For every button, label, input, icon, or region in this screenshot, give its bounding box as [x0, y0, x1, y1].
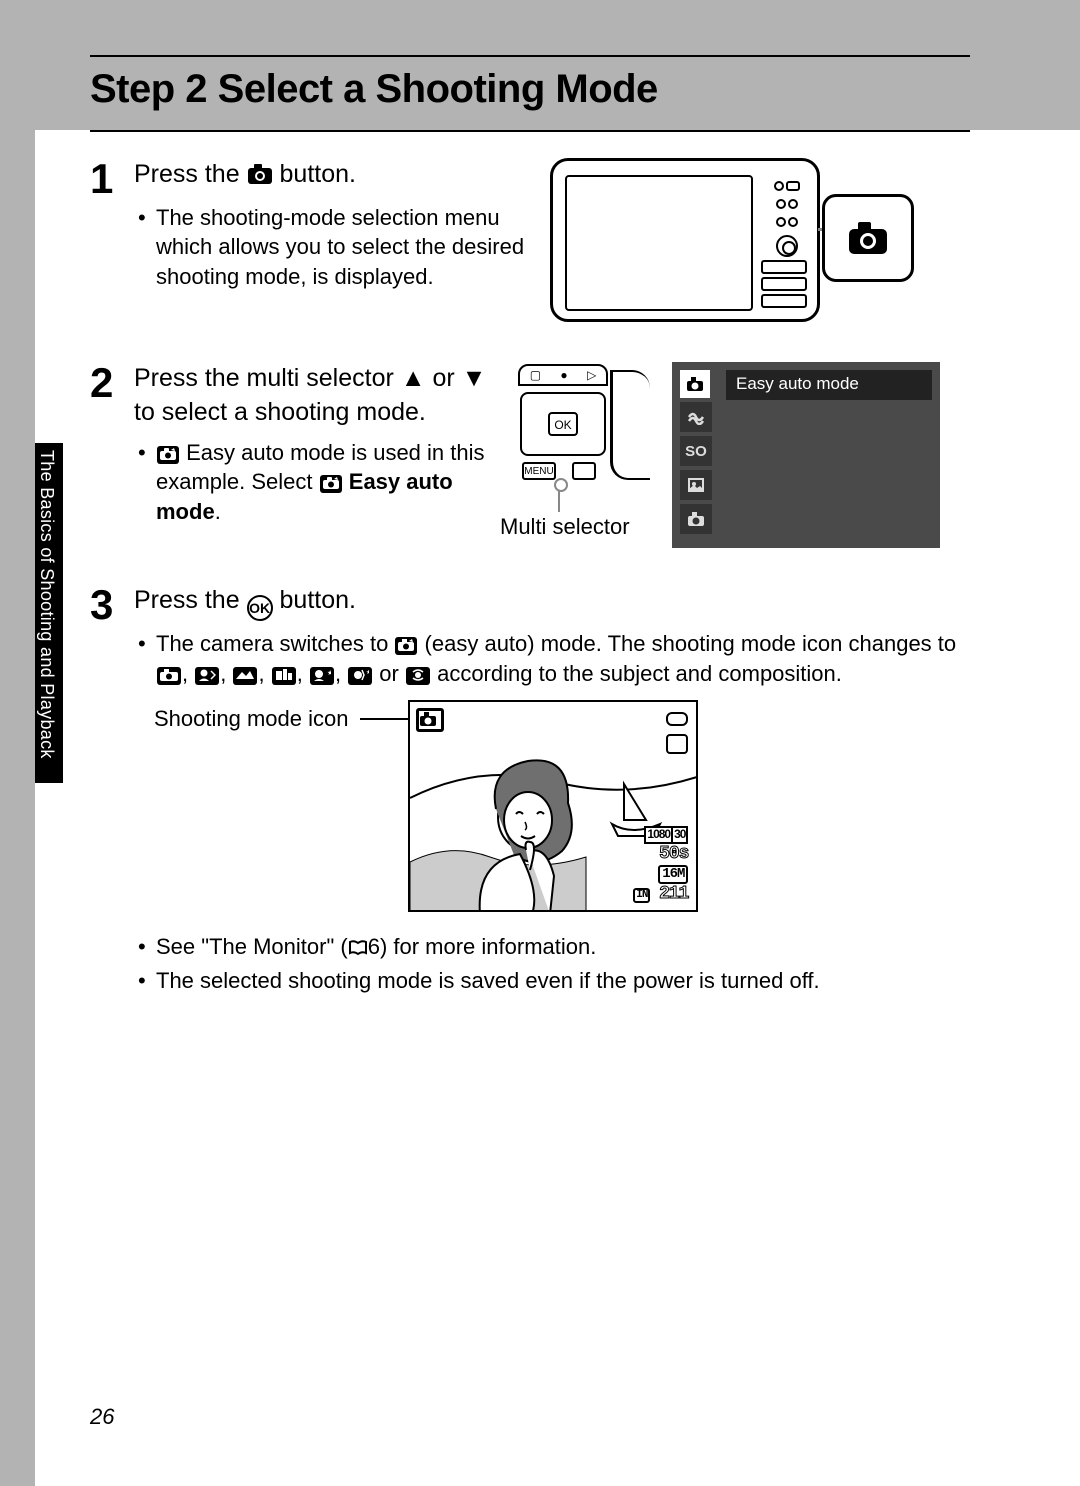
mode-menu-figure: SO Easy auto mode [672, 362, 940, 548]
text: . [215, 499, 221, 524]
side-margin [0, 0, 35, 1486]
step-3-bullet-1: The camera switches to (easy auto) mode.… [156, 629, 970, 688]
section-tab-label: The Basics of Shooting and Playback [36, 450, 57, 759]
step-3-number: 3 [90, 586, 134, 1000]
step-3-bullet-2: See "The Monitor" ( 6) for more informati… [156, 932, 970, 962]
mode-menu-title: Easy auto mode [726, 370, 932, 400]
title-rule [90, 55, 970, 57]
page-number: 26 [90, 1404, 114, 1430]
multi-selector-figure: ▢●▷ OK MENU Multi selector [514, 362, 660, 526]
book-ref-icon [348, 934, 368, 959]
camera-icon [247, 161, 273, 195]
text: according to the subject and composition… [431, 661, 842, 686]
mode-menu-item [680, 470, 712, 500]
scene-chip-icon [406, 667, 430, 685]
scene-chip-icon [233, 667, 257, 685]
mode-menu-item [680, 402, 712, 432]
scene-chip-icon [272, 667, 296, 685]
easy-auto-chip-icon [395, 637, 417, 655]
text: Press the multi selector [134, 364, 401, 392]
text: or [426, 364, 462, 392]
down-triangle-icon: ▼ [462, 364, 487, 392]
ok-button-icon: OK [548, 412, 578, 436]
scene-chip-icon: ★ [310, 667, 334, 685]
step-1-bullet-1: The shooting-mode selection menu which a… [156, 203, 550, 292]
monitor-shots-remaining: 211 [659, 884, 688, 904]
step-1-number: 1 [90, 160, 134, 326]
text: Press the [134, 160, 247, 188]
monitor-figure: Shooting mode icon [154, 700, 970, 912]
text: 6) for more information. [368, 934, 597, 959]
text: (easy auto) mode. The shooting mode icon… [418, 631, 956, 656]
step-2-lead: Press the multi selector ▲ or ▼ to selec… [134, 362, 502, 430]
video-fps-icon: 30 [671, 826, 688, 844]
monitor-label: Shooting mode icon [154, 706, 348, 732]
menu-button-icon: MENU [522, 462, 556, 480]
multi-selector-label: Multi selector [500, 514, 630, 540]
text: See "The Monitor" ( [156, 934, 348, 959]
text: Press the [134, 586, 247, 614]
mode-menu-item [680, 504, 712, 534]
mode-menu-item: SO [680, 436, 712, 466]
easy-auto-chip-icon [157, 446, 179, 464]
scene-chip-icon: ★ [348, 667, 372, 685]
ok-icon: OK [247, 595, 273, 621]
trash-button-icon [572, 462, 596, 480]
step-2-bullet-1: Easy auto mode is used in this example. … [156, 438, 502, 527]
step-2: 2 Press the multi selector ▲ or ▼ to sel… [90, 362, 970, 548]
step-3-lead: Press the OK button. [134, 584, 970, 621]
text: button. [273, 586, 356, 614]
text: button. [273, 160, 356, 188]
steps-box: 1 Press the button. The shooting-mode se… [90, 130, 970, 1000]
page-title: Step 2 Select a Shooting Mode [90, 67, 970, 112]
step-3-bullet-3: The selected shooting mode is saved even… [156, 966, 970, 996]
up-triangle-icon: ▲ [401, 364, 426, 392]
scene-chip-icon [157, 667, 181, 685]
monitor-screen: 108030 50s 16M IN 211 [408, 700, 698, 912]
scene-chip-icon [195, 667, 219, 685]
step-3: 3 Press the OK button. The camera switch… [90, 584, 970, 1000]
text: The camera switches to [156, 631, 394, 656]
text: to select a shooting mode. [134, 398, 426, 426]
content-area: Step 2 Select a Shooting Mode 1 Press th… [90, 55, 970, 1010]
mode-menu-item [680, 370, 710, 398]
svg-text:★: ★ [327, 669, 331, 677]
memory-in-icon: IN [633, 888, 650, 903]
page: The Basics of Shooting and Playback Step… [0, 0, 1080, 1486]
monitor-rec-time: 50s [633, 844, 688, 865]
step-1-lead: Press the button. [134, 158, 550, 195]
camera-icon-callout [822, 194, 914, 282]
video-res-icon: 1080 [644, 826, 673, 844]
step-2-number: 2 [90, 364, 134, 548]
step-1: 1 Press the button. The shooting-mode se… [90, 158, 970, 326]
camera-icon [847, 220, 889, 256]
image-size-icon: 16M [658, 865, 688, 884]
easy-auto-chip-icon [320, 475, 342, 493]
text: or [373, 661, 405, 686]
svg-text:★: ★ [366, 669, 369, 676]
camera-back-figure [550, 158, 896, 326]
